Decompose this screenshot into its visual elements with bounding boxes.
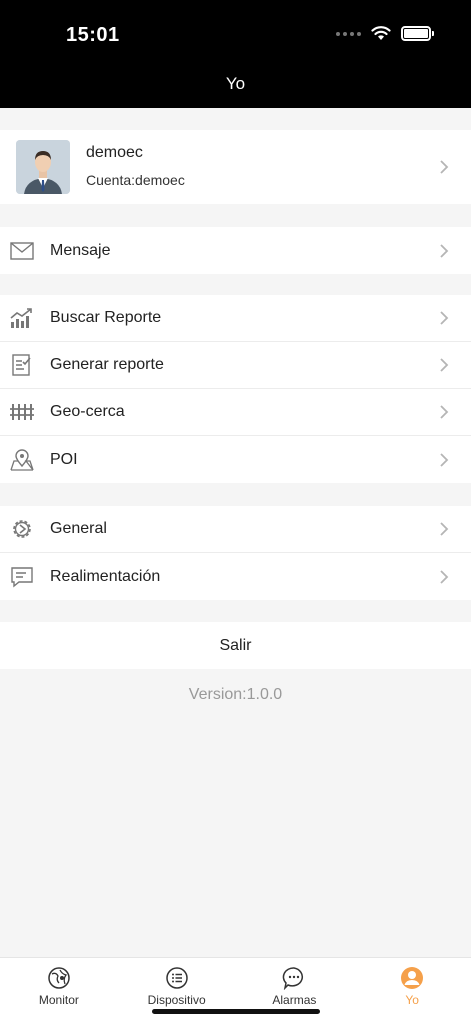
menu-group-reports: Buscar Reporte Generar reporte Geo-cerca… — [0, 295, 471, 483]
page-title: Yo — [225, 74, 246, 93]
chart-icon — [10, 306, 34, 330]
tab-label: Alarmas — [272, 993, 317, 1007]
chat-icon — [283, 967, 304, 990]
chevron-right-icon — [440, 569, 449, 584]
status-icons — [336, 26, 434, 41]
menu-item-poi[interactable]: POI — [0, 436, 471, 483]
menu-item-label: Mensaje — [50, 241, 111, 259]
wifi-icon — [371, 26, 391, 40]
menu-item-label: Buscar Reporte — [50, 309, 162, 326]
chevron-right-icon — [440, 243, 449, 258]
chevron-right-icon — [440, 522, 449, 536]
comment-icon — [10, 565, 34, 589]
chevron-right-icon — [440, 311, 449, 325]
profile-username: demoec — [86, 144, 143, 161]
envelope-icon — [10, 239, 34, 263]
tab-label: Yo — [405, 993, 419, 1007]
menu-item-label: POI — [50, 450, 78, 468]
tab-label: Monitor — [38, 993, 79, 1007]
tab-alarmas[interactable]: Alarmas — [236, 958, 354, 1024]
menu-item-generate-report[interactable]: Generar reporte — [0, 342, 471, 389]
menu-group-message: Mensaje — [0, 227, 471, 274]
avatar — [16, 140, 70, 194]
menu-item-label: Generar reporte — [50, 356, 164, 373]
menu-item-search-report[interactable]: Buscar Reporte — [0, 295, 471, 342]
fence-icon — [10, 400, 34, 424]
status-time: 15:01 — [66, 24, 120, 46]
signal-icon — [336, 31, 361, 36]
home-indicator[interactable] — [152, 1009, 320, 1014]
menu-item-label: Geo-cerca — [50, 403, 125, 420]
gear-icon — [10, 517, 34, 541]
logout-button[interactable]: Salir — [0, 622, 471, 669]
menu-item-general[interactable]: General — [0, 506, 471, 553]
tab-label: Dispositivo — [147, 993, 206, 1007]
tab-dispositivo[interactable]: Dispositivo — [118, 958, 236, 1024]
menu-item-label: General — [50, 520, 107, 537]
version-text: Version:1.0.0 — [188, 686, 283, 703]
document-check-icon — [10, 353, 34, 377]
tab-monitor[interactable]: Monitor — [0, 958, 118, 1024]
tab-yo[interactable]: Yo — [353, 958, 471, 1024]
chevron-right-icon — [440, 452, 449, 467]
list-icon — [165, 967, 188, 989]
menu-item-feedback[interactable]: Realimentación — [0, 553, 471, 600]
header: 15:01 Yo — [0, 0, 471, 108]
map-pin-icon — [10, 448, 34, 472]
menu-item-message[interactable]: Mensaje — [0, 227, 471, 274]
menu-item-geofence[interactable]: Geo-cerca — [0, 389, 471, 436]
globe-icon — [48, 967, 70, 989]
menu-group-settings: General Realimentación — [0, 506, 471, 600]
chevron-right-icon — [440, 358, 449, 372]
profile-account: Cuenta:demoec — [86, 172, 185, 188]
menu-item-label: Realimentación — [50, 567, 161, 585]
person-icon — [401, 967, 424, 989]
battery-icon — [401, 26, 434, 41]
chevron-right-icon — [440, 160, 449, 174]
chevron-right-icon — [440, 405, 449, 419]
profile-row[interactable]: demoec Cuenta:demoec — [0, 130, 471, 204]
